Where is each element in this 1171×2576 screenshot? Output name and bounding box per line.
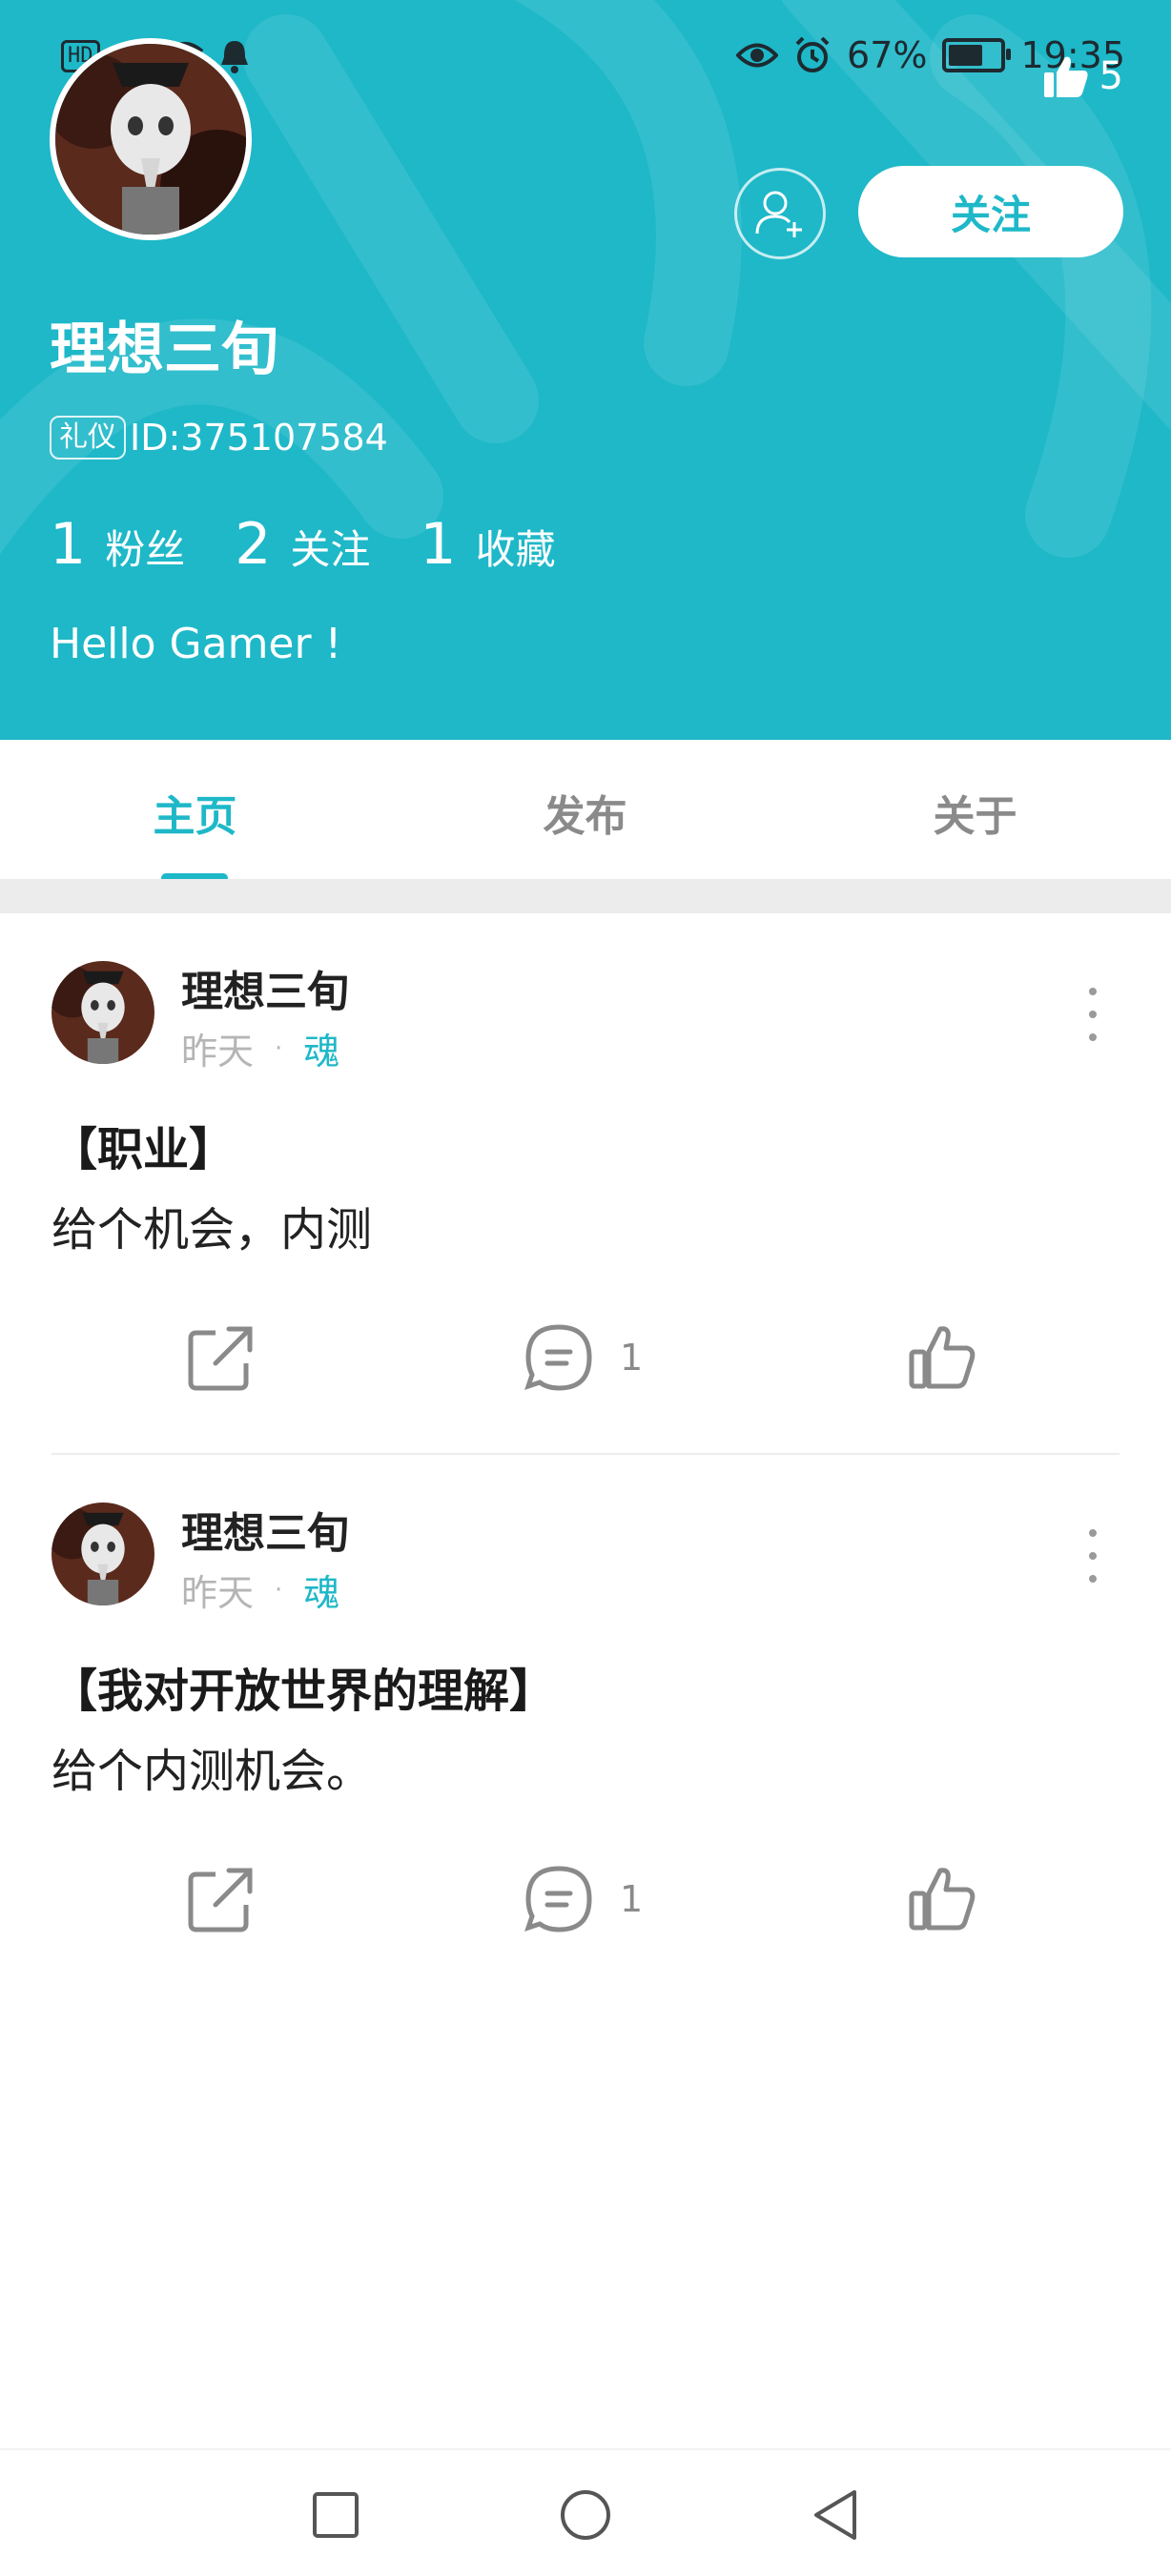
post-author-name[interactable]: 理想三旬 <box>181 957 349 1018</box>
user-badge: 礼仪 <box>50 416 126 460</box>
post-author-avatar[interactable] <box>51 961 154 1064</box>
avatar-image <box>51 1503 154 1605</box>
stat-fans-count: 1 <box>50 511 87 578</box>
home-button[interactable] <box>547 2477 624 2553</box>
post-author-name[interactable]: 理想三旬 <box>181 1499 349 1560</box>
back-icon <box>814 2490 856 2540</box>
profile-bio: Hello Gamer ! <box>50 620 342 668</box>
user-id-row: 礼仪 ID:375107584 <box>50 416 388 460</box>
post-actions: 1 <box>0 1865 1171 1960</box>
post-actions: 1 <box>0 1323 1171 1419</box>
system-nav-bar <box>0 2448 1171 2576</box>
stat-favorites-count: 1 <box>420 511 457 578</box>
profile-header: HD 67% 19:35 5 关注 理想三旬 礼仪 ID:375107584 1… <box>0 0 1171 740</box>
post-title: 【职业】 <box>51 1123 236 1176</box>
more-options-button[interactable] <box>1081 1529 1104 1583</box>
back-button[interactable] <box>797 2477 873 2553</box>
post-author-avatar[interactable] <box>51 1503 154 1605</box>
section-divider <box>0 879 1171 913</box>
user-id: ID:375107584 <box>130 417 388 459</box>
comment-count: 1 <box>620 1878 644 1920</box>
profile-username: 理想三旬 <box>50 317 278 383</box>
recent-apps-icon <box>313 2492 359 2538</box>
comment-icon <box>524 1324 592 1391</box>
comment-icon <box>524 1866 592 1932</box>
thumbs-up-icon <box>1043 56 1088 97</box>
like-icon <box>909 1326 976 1389</box>
like-count: 5 <box>1099 54 1123 98</box>
stat-fans[interactable]: 1 粉丝 <box>50 511 185 578</box>
add-friend-button[interactable] <box>734 168 826 259</box>
like-icon <box>909 1868 976 1931</box>
profile-like-counter[interactable]: 5 <box>1042 53 1123 99</box>
stat-favorites[interactable]: 1 收藏 <box>420 511 555 578</box>
stat-favorites-label: 收藏 <box>475 526 556 573</box>
more-options-button[interactable] <box>1081 988 1104 1041</box>
recent-apps-button[interactable] <box>298 2477 374 2553</box>
post-card[interactable]: 理想三旬 昨天 · 魂 【我对开放世界的理解】 给个内测机会。 1 <box>0 1455 1171 1998</box>
post-body: 给个机会，内测 <box>51 1203 373 1257</box>
share-button[interactable] <box>187 1323 256 1392</box>
post-meta: 昨天 · 魂 <box>181 1022 339 1074</box>
post-time: 昨天 <box>181 1572 255 1614</box>
alarm-icon <box>795 36 830 72</box>
meta-separator: · <box>275 1575 283 1605</box>
share-icon <box>188 1326 253 1391</box>
post-meta: 昨天 · 魂 <box>181 1564 339 1616</box>
comment-button[interactable]: 1 <box>524 1865 643 1933</box>
like-button[interactable] <box>908 1323 976 1392</box>
home-icon <box>561 2490 610 2540</box>
battery-percent: 67% <box>847 34 928 76</box>
tab-home[interactable]: 主页 <box>0 782 390 843</box>
comment-button[interactable]: 1 <box>524 1323 643 1392</box>
share-icon <box>188 1868 253 1932</box>
profile-tabs: 主页 发布 关于 <box>0 740 1171 883</box>
post-body: 给个内测机会。 <box>51 1745 373 1798</box>
avatar-image <box>51 961 154 1064</box>
stat-following-count: 2 <box>235 511 272 578</box>
post-tag[interactable]: 魂 <box>303 1022 339 1074</box>
post-card[interactable]: 理想三旬 昨天 · 魂 【职业】 给个机会，内测 1 <box>0 913 1171 1457</box>
comment-count: 1 <box>620 1337 644 1379</box>
post-title: 【我对开放世界的理解】 <box>51 1665 556 1718</box>
follow-button[interactable]: 关注 <box>858 166 1123 257</box>
stat-following-label: 关注 <box>290 526 371 573</box>
share-button[interactable] <box>187 1865 256 1933</box>
add-friend-icon <box>755 191 802 237</box>
tab-posts[interactable]: 发布 <box>390 782 780 843</box>
battery-icon <box>942 38 1012 72</box>
profile-stats: 1 粉丝 2 关注 1 收藏 <box>50 511 606 578</box>
post-time: 昨天 <box>181 1031 255 1073</box>
avatar-image <box>55 44 246 235</box>
eye-icon <box>736 43 779 68</box>
stat-fans-label: 粉丝 <box>105 526 186 573</box>
like-button[interactable] <box>908 1865 976 1933</box>
post-tag[interactable]: 魂 <box>303 1564 339 1616</box>
avatar[interactable] <box>50 38 252 240</box>
tab-about[interactable]: 关于 <box>780 782 1170 843</box>
meta-separator: · <box>275 1033 283 1063</box>
battery-fill <box>949 45 983 66</box>
stat-following[interactable]: 2 关注 <box>235 511 370 578</box>
